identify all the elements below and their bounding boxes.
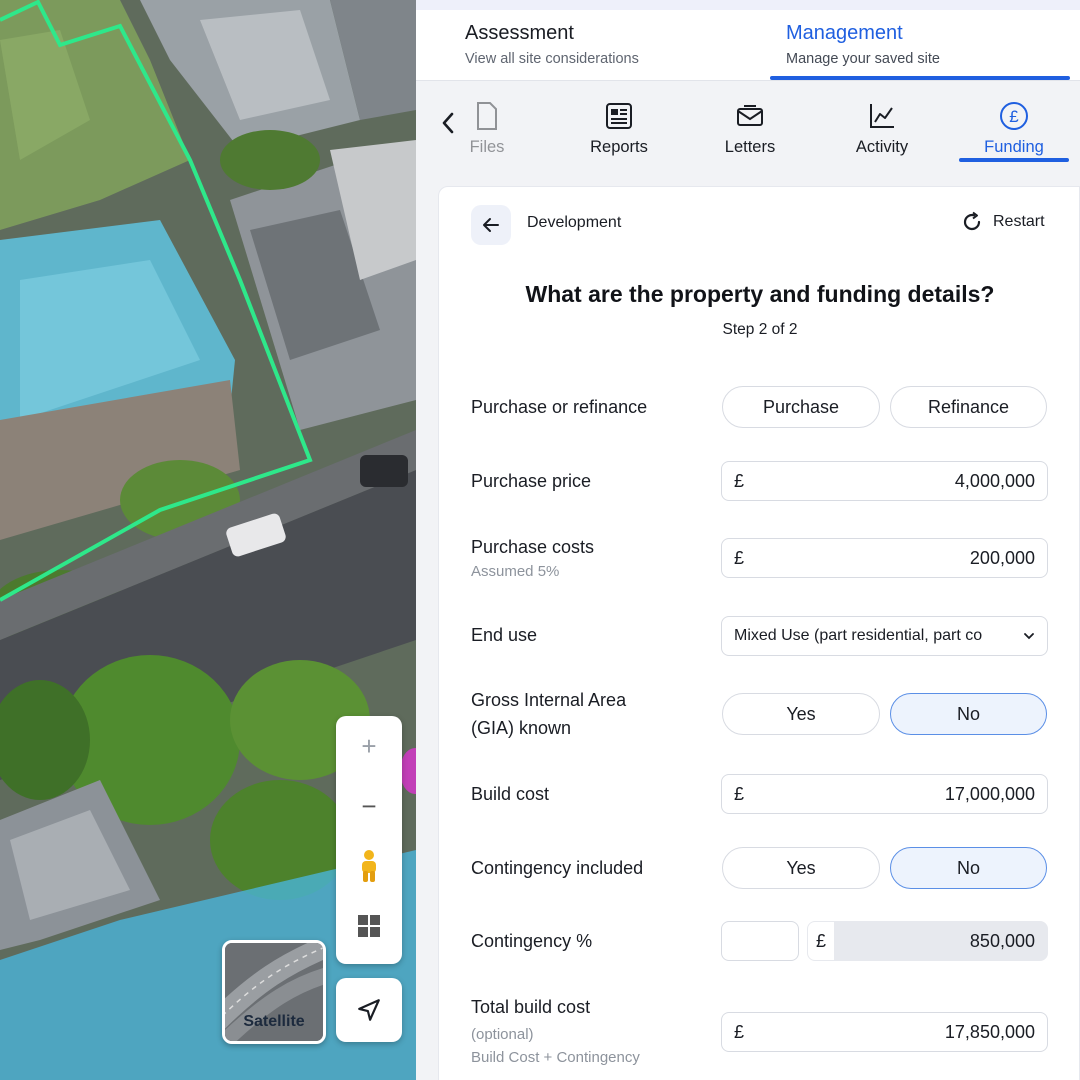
side-panel: Assessment View all site considerations …	[416, 0, 1080, 1080]
active-tab-indicator	[770, 76, 1070, 80]
mode-tabs: Assessment View all site considerations …	[416, 10, 1080, 81]
satellite-layer-toggle[interactable]: Satellite	[222, 940, 326, 1044]
tab-subtitle: Manage your saved site	[786, 51, 940, 67]
currency-symbol: £	[734, 1021, 745, 1042]
contingency-pct-label: Contingency %	[471, 931, 593, 951]
total-build-cost-hint: Build Cost + Contingency	[471, 1049, 640, 1066]
report-icon	[606, 103, 632, 129]
file-icon	[477, 102, 497, 130]
tab-subtitle: View all site considerations	[465, 51, 639, 67]
build-cost-field: £	[721, 774, 1048, 814]
step-indicator: Step 2 of 2	[722, 321, 798, 338]
currency-symbol: £	[808, 922, 834, 960]
gia-label-line2: (GIA) known	[471, 718, 572, 738]
total-build-cost-field: £	[721, 1012, 1048, 1052]
end-use-select[interactable]: Mixed Use (part residential, part co	[721, 616, 1048, 656]
contingency-yes-option[interactable]: Yes	[722, 847, 880, 889]
top-strip	[416, 0, 1080, 10]
currency-symbol: £	[734, 783, 745, 804]
active-subtab-indicator	[959, 158, 1069, 162]
purchase-option[interactable]: Purchase	[722, 386, 880, 428]
svg-text:£: £	[1009, 107, 1019, 126]
purchase-costs-field: £	[721, 538, 1048, 578]
end-use-label: End use	[471, 625, 538, 645]
funding-card: Development Restart What are the propert…	[438, 186, 1080, 1080]
total-build-cost-label: Total build cost	[471, 997, 591, 1017]
locate-button[interactable]	[336, 978, 402, 1042]
subtab-activity[interactable]: Activity	[827, 100, 937, 157]
contingency-pct-field: %	[721, 921, 978, 961]
subtab-funding[interactable]: £ Funding	[959, 100, 1069, 157]
navigation-arrow-icon	[358, 999, 380, 1021]
subtab-label: Files	[469, 138, 505, 156]
street-view-button[interactable]	[336, 836, 402, 896]
purchase-costs-hint: Assumed 5%	[471, 563, 560, 580]
purchase-price-input[interactable]	[754, 470, 1035, 492]
refinance-option[interactable]: Refinance	[890, 386, 1047, 428]
subtab-label: Reports	[590, 138, 648, 156]
gia-yes-option[interactable]: Yes	[722, 693, 880, 735]
subtab-files[interactable]: Files	[432, 100, 542, 157]
subtab-label: Letters	[724, 138, 776, 156]
back-button[interactable]	[471, 205, 511, 245]
restart-button[interactable]: Restart	[961, 211, 1045, 233]
purchase-price-field: £	[721, 461, 1048, 501]
map-controls: + −	[336, 716, 402, 964]
minus-icon: −	[361, 790, 377, 821]
currency-symbol: £	[734, 547, 745, 568]
gia-no-option[interactable]: No	[890, 693, 1047, 735]
tab-management[interactable]: Management Manage your saved site	[786, 22, 940, 67]
tab-title: Management	[786, 22, 903, 44]
zoom-in-button[interactable]: +	[336, 716, 402, 776]
pound-circle-icon: £	[1000, 102, 1028, 130]
question-title: What are the property and funding detail…	[525, 281, 995, 307]
subtab-label: Activity	[855, 138, 909, 156]
arrow-left-icon	[483, 218, 499, 232]
plus-icon: +	[361, 730, 377, 761]
build-cost-input[interactable]	[754, 783, 1035, 805]
gia-label-line1: Gross Internal Area	[471, 690, 627, 710]
total-build-cost-input[interactable]	[754, 1021, 1035, 1043]
purchase-costs-input[interactable]	[754, 547, 1035, 569]
subtab-label: Funding	[984, 138, 1044, 156]
contingency-amount-value: 850,000	[969, 930, 1035, 951]
contingency-included-label: Contingency included	[471, 858, 644, 878]
layers-button[interactable]	[336, 896, 402, 956]
restart-label: Restart	[993, 213, 1045, 230]
sub-tabs: Files Reports Letters Activity £ Funding	[416, 82, 1080, 164]
chart-line-icon	[870, 104, 894, 128]
zoom-out-button[interactable]: −	[336, 776, 402, 836]
currency-symbol: £	[734, 470, 745, 491]
letter-icon	[737, 105, 763, 126]
map-view[interactable]: Satellite + −	[0, 0, 416, 1080]
contingency-amount-field: £ 850,000	[807, 921, 1048, 961]
end-use-value: Mixed Use (part residential, part co	[734, 627, 983, 644]
purchase-refinance-label: Purchase or refinance	[471, 397, 648, 417]
breadcrumb: Development	[527, 214, 622, 231]
build-cost-label: Build cost	[471, 784, 550, 804]
grid-icon	[358, 915, 380, 937]
total-build-cost-optional: (optional)	[471, 1026, 534, 1043]
contingency-no-option[interactable]: No	[890, 847, 1047, 889]
chevron-down-icon	[1024, 633, 1034, 640]
subtab-reports[interactable]: Reports	[564, 100, 674, 157]
purchase-price-label: Purchase price	[471, 471, 592, 491]
tab-title: Assessment	[465, 22, 574, 44]
purchase-costs-label: Purchase costs	[471, 537, 595, 557]
restart-icon	[963, 211, 981, 231]
subtab-letters[interactable]: Letters	[695, 100, 805, 157]
pegman-icon	[362, 850, 376, 882]
tab-assessment[interactable]: Assessment View all site considerations	[465, 22, 639, 67]
satellite-label: Satellite	[243, 1013, 305, 1030]
